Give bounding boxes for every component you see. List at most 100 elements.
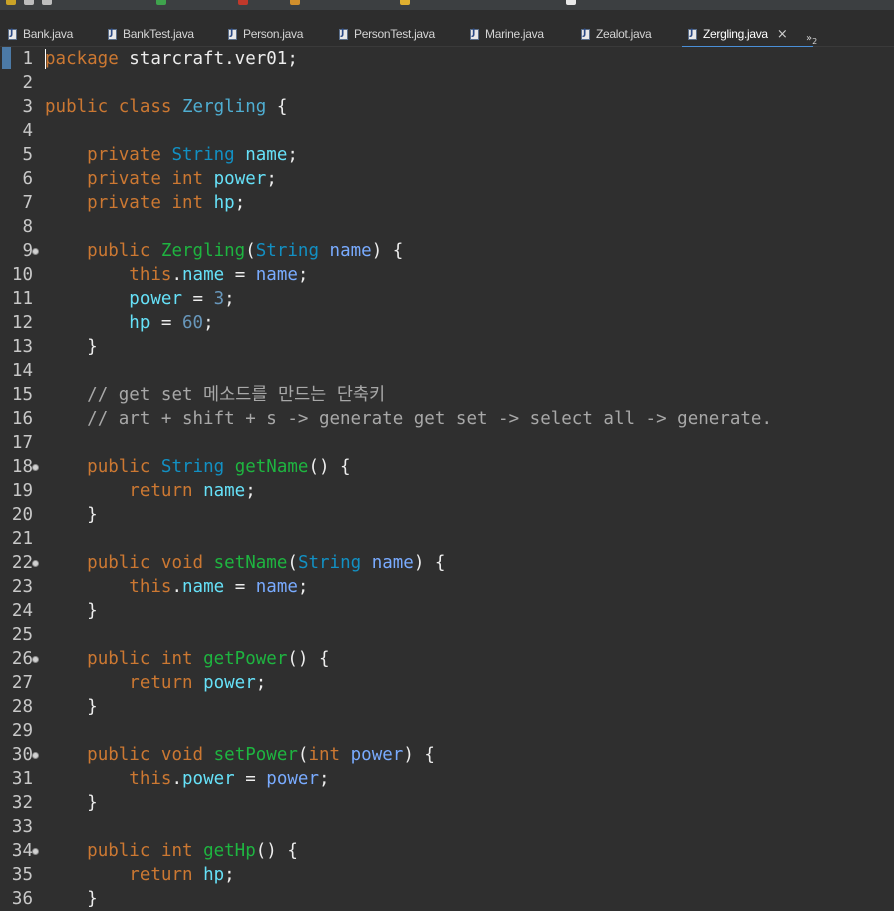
line-number: 19 xyxy=(11,481,33,501)
fold-toggle-icon[interactable] xyxy=(32,848,39,855)
code-token: private xyxy=(87,145,161,165)
code-token: ) { xyxy=(413,553,446,573)
tab-label: Marine.java xyxy=(485,27,544,41)
code-line[interactable]: 23 this.name = name; xyxy=(0,575,894,599)
toolbar xyxy=(0,0,894,10)
code-line[interactable]: 4 xyxy=(0,119,894,143)
code-text: hp = 60; xyxy=(45,311,213,335)
run-icon[interactable] xyxy=(156,0,166,5)
tab-label: Person.java xyxy=(243,27,304,41)
tab-overflow-button[interactable]: »2 xyxy=(806,33,817,46)
code-line[interactable]: 5 private String name; xyxy=(0,143,894,167)
code-line[interactable]: 15 // get set 메소드를 만드는 단축키 xyxy=(0,383,894,407)
code-line[interactable]: 22 public void setName(String name) { xyxy=(0,551,894,575)
toolbar-icon[interactable] xyxy=(42,0,52,5)
tab-zealot-java[interactable]: Zealot.java xyxy=(581,24,652,44)
code-token: } xyxy=(45,889,98,909)
code-line[interactable]: 33 xyxy=(0,815,894,839)
code-token: name xyxy=(329,241,372,261)
code-editor[interactable]: 1 package starcraft.ver01; 2 3 public class … xyxy=(0,47,894,909)
code-text: return power; xyxy=(45,671,266,695)
code-line[interactable]: 35 return hp; xyxy=(0,863,894,887)
fold-toggle-icon[interactable] xyxy=(32,656,39,663)
tab-banktest-java[interactable]: BankTest.java xyxy=(108,24,194,44)
code-token: } xyxy=(45,793,98,813)
code-line[interactable]: 29 xyxy=(0,719,894,743)
tab-persontest-java[interactable]: PersonTest.java xyxy=(339,24,435,44)
fold-toggle-icon[interactable] xyxy=(32,464,39,471)
code-line[interactable]: 34 public int getHp() { xyxy=(0,839,894,863)
code-line[interactable]: 9 public Zergling(String name) { xyxy=(0,239,894,263)
java-file-icon xyxy=(8,28,17,40)
line-number: 20 xyxy=(11,505,33,525)
code-line[interactable]: 36 } xyxy=(0,887,894,911)
code-line[interactable]: 8 xyxy=(0,215,894,239)
code-token: setPower xyxy=(213,745,298,765)
code-line[interactable]: 17 xyxy=(0,431,894,455)
code-line[interactable]: 32 } xyxy=(0,791,894,815)
code-text: } xyxy=(45,887,98,911)
code-text: } xyxy=(45,599,98,623)
code-token: String xyxy=(297,553,362,573)
code-token: ) { xyxy=(371,241,404,261)
code-line[interactable]: 24 } xyxy=(0,599,894,623)
fold-toggle-icon[interactable] xyxy=(32,752,39,759)
code-token: return xyxy=(129,481,193,501)
code-line[interactable]: 27 return power; xyxy=(0,671,894,695)
line-number: 13 xyxy=(11,337,33,357)
fold-toggle-icon[interactable] xyxy=(32,560,39,567)
line-number: 30 xyxy=(11,745,33,765)
tab-zergling-java[interactable]: Zergling.java × xyxy=(681,24,814,48)
tab-bank-java[interactable]: Bank.java xyxy=(8,24,73,44)
code-line[interactable]: 14 xyxy=(0,359,894,383)
code-token: class xyxy=(118,97,172,117)
code-token: () { xyxy=(255,841,298,861)
code-line[interactable]: 10 this.name = name; xyxy=(0,263,894,287)
code-line[interactable]: 7 private int hp; xyxy=(0,191,894,215)
tab-person-java[interactable]: Person.java xyxy=(228,24,303,44)
code-line[interactable]: 19 return name; xyxy=(0,479,894,503)
code-token: = xyxy=(234,769,267,789)
code-line[interactable]: 26 public int getPower() { xyxy=(0,647,894,671)
code-token: this xyxy=(129,265,172,285)
code-line[interactable]: 3 public class Zergling { xyxy=(0,95,894,119)
code-line[interactable]: 13 } xyxy=(0,335,894,359)
code-line[interactable]: 25 xyxy=(0,623,894,647)
close-icon[interactable]: × xyxy=(777,27,788,42)
code-line[interactable]: 12 hp = 60; xyxy=(0,311,894,335)
code-token: Zergling xyxy=(160,241,246,261)
toolbar-icon[interactable] xyxy=(290,0,300,5)
code-token: public xyxy=(87,841,151,861)
code-line[interactable]: 6 private int power; xyxy=(0,167,894,191)
code-line[interactable]: 28 } xyxy=(0,695,894,719)
toolbar-icon[interactable] xyxy=(400,0,410,5)
code-line[interactable]: 18 public String getName() { xyxy=(0,455,894,479)
code-token: public xyxy=(87,745,151,765)
toolbar-icon[interactable] xyxy=(566,0,576,5)
code-text: // get set 메소드를 만드는 단축키 xyxy=(45,383,385,407)
code-line[interactable]: 31 this.power = power; xyxy=(0,767,894,791)
fold-toggle-icon[interactable] xyxy=(32,248,39,255)
code-text: // art + shift + s -> generate get set -… xyxy=(45,407,772,431)
code-token: ; xyxy=(224,865,235,885)
code-line[interactable]: 16 // art + shift + s -> generate get se… xyxy=(0,407,894,431)
code-line[interactable]: 2 xyxy=(0,71,894,95)
toolbar-icon[interactable] xyxy=(24,0,34,5)
code-token: . xyxy=(171,265,182,285)
code-line[interactable]: 21 xyxy=(0,527,894,551)
code-text: private int hp; xyxy=(45,191,245,215)
code-line[interactable]: 11 power = 3; xyxy=(0,287,894,311)
code-line[interactable]: 20 } xyxy=(0,503,894,527)
tab-marine-java[interactable]: Marine.java xyxy=(470,24,544,44)
line-number: 27 xyxy=(11,673,33,693)
code-line[interactable]: 30 public void setPower(int power) { xyxy=(0,743,894,767)
debug-icon[interactable] xyxy=(238,0,248,5)
line-number: 29 xyxy=(11,721,33,741)
code-token: int xyxy=(171,169,204,189)
toolbar-icon[interactable] xyxy=(6,0,16,5)
code-line[interactable]: 1 package starcraft.ver01; xyxy=(0,47,894,71)
